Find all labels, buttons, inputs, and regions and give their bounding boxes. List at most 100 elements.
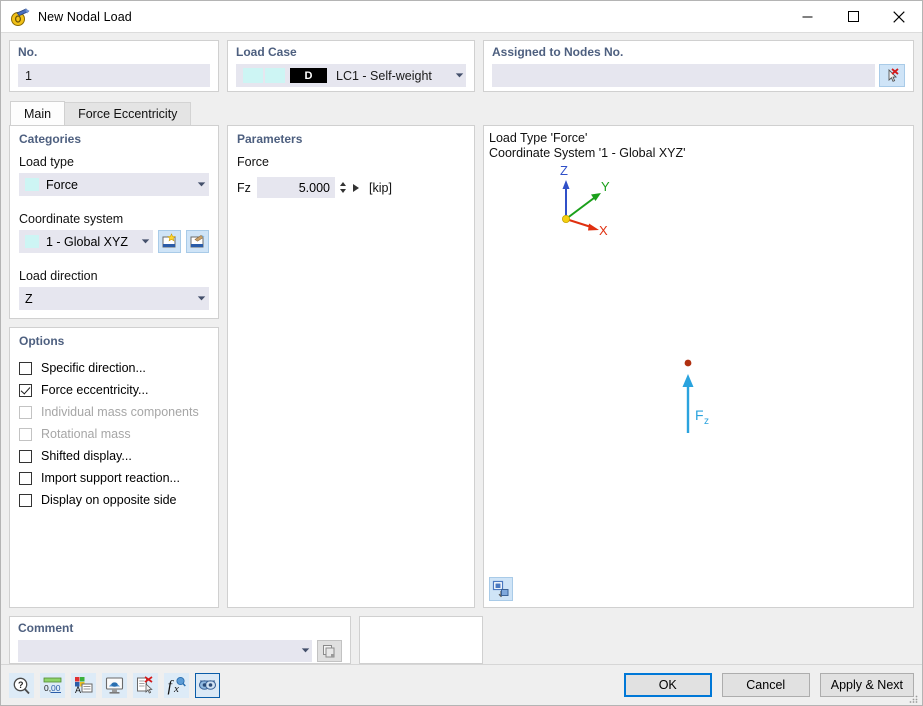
display-properties-icon[interactable]: A bbox=[71, 673, 96, 698]
render-view-icon[interactable] bbox=[102, 673, 127, 698]
option-label: Specific direction... bbox=[41, 361, 146, 375]
coordinate-system-color-swatch bbox=[25, 235, 39, 248]
tab-main[interactable]: Main bbox=[10, 101, 65, 125]
svg-text:Z: Z bbox=[560, 163, 568, 178]
svg-text:x: x bbox=[173, 683, 179, 695]
force-fz-stepper[interactable] bbox=[337, 177, 348, 198]
load-type-label: Load type bbox=[19, 155, 209, 169]
coordinate-system-select[interactable]: 1 - Global XYZ ▾ bbox=[19, 230, 153, 253]
resize-grip[interactable] bbox=[907, 691, 919, 703]
options-title: Options bbox=[19, 335, 209, 348]
option-specific-direction[interactable]: Specific direction... bbox=[19, 357, 209, 379]
force-fz-row: Fz 5.000 [kip] bbox=[237, 177, 465, 198]
svg-text:z: z bbox=[704, 416, 709, 427]
preview-column: Load Type 'Force' Coordinate System '1 -… bbox=[483, 125, 914, 608]
force-group-label: Force bbox=[237, 155, 465, 169]
chevron-down-icon: ▾ bbox=[198, 181, 206, 189]
option-display-on-opposite-side[interactable]: Display on opposite side bbox=[19, 489, 209, 511]
comment-line: ▾ bbox=[18, 640, 342, 662]
load-direction-select[interactable]: Z ▾ bbox=[19, 287, 209, 310]
option-label: Import support reaction... bbox=[41, 471, 180, 485]
formula-icon[interactable]: f x bbox=[164, 673, 189, 698]
ok-button[interactable]: OK bbox=[624, 673, 712, 697]
footer-bar: ? 0, 00 A bbox=[1, 664, 922, 705]
svg-text:A: A bbox=[75, 685, 81, 695]
force-fz-expand-icon[interactable] bbox=[353, 184, 359, 192]
load-case-type-badge: D bbox=[290, 68, 327, 83]
stepper-down-icon[interactable] bbox=[340, 189, 346, 193]
load-preview-panel[interactable]: Load Type 'Force' Coordinate System '1 -… bbox=[483, 125, 914, 608]
assigned-nodes-input[interactable] bbox=[492, 64, 875, 87]
tab-force-eccentricity-label: Force Eccentricity bbox=[78, 107, 177, 121]
force-vector-graphic: F z bbox=[672, 356, 732, 439]
parameters-title: Parameters bbox=[237, 133, 465, 146]
load-case-select[interactable]: D LC1 - Self-weight ▾ bbox=[236, 64, 466, 87]
checkbox[interactable] bbox=[19, 450, 32, 463]
cancel-button[interactable]: Cancel bbox=[722, 673, 810, 697]
assigned-nodes-group-title: Assigned to Nodes No. bbox=[492, 46, 905, 59]
parameters-panel: Parameters Force Fz 5.000 [kip] bbox=[227, 125, 475, 608]
view-render-icon[interactable] bbox=[489, 577, 513, 601]
number-group: No. 1 bbox=[9, 40, 219, 92]
load-case-group-title: Load Case bbox=[236, 46, 466, 59]
assigned-nodes-row bbox=[492, 64, 905, 87]
stepper-up-icon[interactable] bbox=[340, 182, 346, 186]
number-format-icon[interactable]: 0, 00 bbox=[40, 673, 65, 698]
select-in-table-icon[interactable] bbox=[133, 673, 158, 698]
new-coordinate-system-icon[interactable] bbox=[158, 230, 181, 253]
maximize-button[interactable] bbox=[830, 1, 876, 32]
apply-next-button[interactable]: Apply & Next bbox=[820, 673, 914, 697]
number-input[interactable]: 1 bbox=[18, 64, 210, 87]
option-import-support-reaction[interactable]: Import support reaction... bbox=[19, 467, 209, 489]
option-label: Individual mass components bbox=[41, 405, 199, 419]
load-type-select[interactable]: Force ▾ bbox=[19, 173, 209, 196]
option-force-eccentricity[interactable]: Force eccentricity... bbox=[19, 379, 209, 401]
force-fz-input[interactable]: 5.000 bbox=[257, 177, 335, 198]
edit-coordinate-system-icon[interactable] bbox=[186, 230, 209, 253]
visual-settings-icon[interactable] bbox=[195, 673, 220, 698]
option-individual-mass-components: Individual mass components bbox=[19, 401, 209, 423]
checkbox[interactable] bbox=[19, 362, 32, 375]
tab-main-label: Main bbox=[24, 107, 51, 121]
copy-comment-icon[interactable] bbox=[317, 640, 342, 662]
checkbox bbox=[19, 428, 32, 441]
number-group-title: No. bbox=[18, 46, 210, 59]
dialog-body: Categories Load type Force ▾ Coordinate … bbox=[1, 125, 922, 608]
option-rotational-mass: Rotational mass bbox=[19, 423, 209, 445]
load-case-color-swatch-1 bbox=[243, 68, 263, 83]
nodal-load-icon bbox=[9, 6, 31, 28]
svg-text:?: ? bbox=[18, 680, 24, 690]
load-case-group: Load Case D LC1 - Self-weight ▾ bbox=[227, 40, 475, 92]
comment-input[interactable]: ▾ bbox=[18, 640, 312, 662]
categories-title: Categories bbox=[19, 133, 209, 146]
top-fields-row: No. 1 Load Case D LC1 - Self-weight ▾ As… bbox=[1, 33, 922, 92]
comment-group-title: Comment bbox=[18, 622, 342, 635]
svg-text:F: F bbox=[695, 407, 704, 423]
comment-row: Comment ▾ bbox=[1, 608, 922, 664]
title-bar: New Nodal Load bbox=[1, 1, 922, 33]
categories-column: Categories Load type Force ▾ Coordinate … bbox=[9, 125, 219, 608]
preview-caption: Load Type 'Force' Coordinate System '1 -… bbox=[489, 131, 686, 161]
svg-text:X: X bbox=[599, 223, 608, 238]
svg-text:00: 00 bbox=[51, 683, 61, 693]
comment-group: Comment ▾ bbox=[9, 616, 351, 664]
load-type-value: Force bbox=[46, 178, 78, 192]
option-label: Rotational mass bbox=[41, 427, 131, 441]
assigned-nodes-group: Assigned to Nodes No. bbox=[483, 40, 914, 92]
pick-nodes-cursor-icon[interactable] bbox=[879, 64, 905, 87]
checkbox[interactable] bbox=[19, 494, 32, 507]
categories-panel: Categories Load type Force ▾ Coordinate … bbox=[9, 125, 219, 319]
option-shifted-display[interactable]: Shifted display... bbox=[19, 445, 209, 467]
chevron-down-icon: ▾ bbox=[302, 647, 310, 655]
force-fz-symbol: Fz bbox=[237, 181, 257, 195]
help-icon[interactable]: ? bbox=[9, 673, 34, 698]
force-fz-unit: [kip] bbox=[369, 181, 392, 195]
minimize-button[interactable] bbox=[784, 1, 830, 32]
checkbox[interactable] bbox=[19, 384, 32, 397]
tab-force-eccentricity[interactable]: Force Eccentricity bbox=[64, 102, 191, 125]
checkbox[interactable] bbox=[19, 472, 32, 485]
close-button[interactable] bbox=[876, 1, 922, 32]
load-case-value: LC1 - Self-weight bbox=[336, 69, 432, 83]
coordinate-system-value: 1 - Global XYZ bbox=[46, 235, 128, 249]
coordinate-system-label: Coordinate system bbox=[19, 212, 209, 226]
